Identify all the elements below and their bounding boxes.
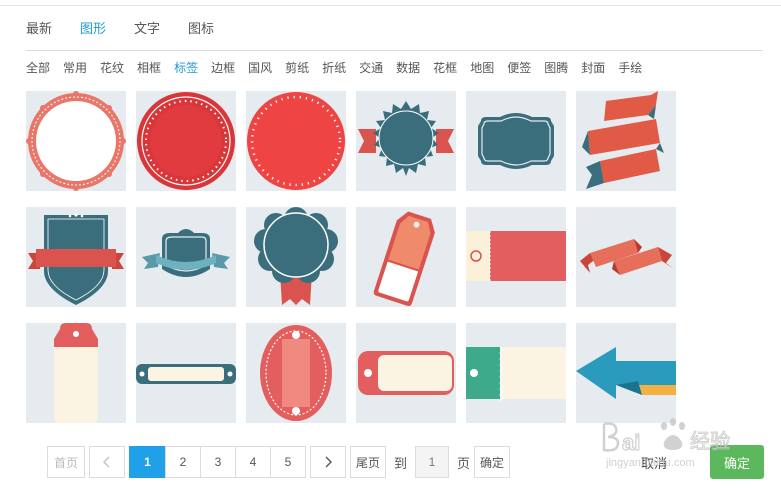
shield-ribbon-graphic [28,213,124,305]
category-labels[interactable]: 标签 [174,60,198,76]
shape-tile-rosette-award[interactable] [246,207,346,307]
last-page-button[interactable]: 尾页 [350,446,386,478]
category-hand-drawn[interactable]: 手绘 [618,60,642,76]
category-data[interactable]: 数据 [396,60,420,76]
category-photo-frames[interactable]: 相框 [137,60,161,76]
category-origami[interactable]: 折纸 [322,60,346,76]
category-all[interactable]: 全部 [26,60,50,76]
goto-confirm-button[interactable]: 确定 [474,446,511,478]
pagination: 首页 1 2 3 4 5 尾页 到 页 确定 [47,445,511,479]
scalloped-circle-badge-graphic [26,91,126,191]
tab-text[interactable]: 文字 [134,20,160,38]
category-sticky-notes[interactable]: 便签 [507,60,531,76]
tall-hang-tag-graphic [54,323,98,423]
folded-ribbon-graphic [582,91,664,189]
tab-latest[interactable]: 最新 [26,20,52,38]
shape-tile-starburst-ribbon-badge[interactable] [356,91,456,191]
shape-tile-red-dotted-circle[interactable] [246,91,346,191]
category-covers[interactable]: 封面 [581,60,605,76]
top-divider [0,5,781,6]
green-ticket-graphic [466,346,566,402]
teal-banner-frame-graphic [142,229,230,277]
shape-tile-rounded-tag[interactable] [356,323,456,423]
chevron-right-icon [325,456,332,468]
category-common[interactable]: 常用 [63,60,87,76]
shape-tile-tall-hang-tag[interactable] [26,323,126,423]
arrow-banner-graphic [576,347,676,399]
page-5-button[interactable]: 5 [270,446,306,478]
shape-tile-green-ticket[interactable] [466,323,566,423]
goto-suffix-label: 页 [457,455,471,471]
shape-tile-teal-frame-label[interactable] [466,91,566,191]
tabs-divider [26,50,763,51]
shape-tile-red-circle-badge[interactable] [136,91,236,191]
small-folded-ribbon-graphic [580,239,674,275]
prev-page-button[interactable] [89,446,125,478]
shape-tile-scalloped-circle-badge[interactable] [26,91,126,191]
starburst-ribbon-badge-graphic [358,101,454,176]
shape-tile-slim-bar-label[interactable] [136,323,236,423]
category-maps[interactable]: 地图 [470,60,494,76]
shape-tile-arrow-banner[interactable] [576,323,676,423]
rounded-tag-graphic [358,351,454,395]
shape-tile-oval-label[interactable] [246,323,346,423]
first-page-button[interactable]: 首页 [47,446,85,478]
shape-tile-folded-ribbon[interactable] [576,91,676,191]
red-circle-badge-graphic [137,92,235,190]
cancel-button[interactable]: 取消 [625,446,683,478]
category-chinese-style[interactable]: 国风 [248,60,272,76]
page-numbers: 1 2 3 4 5 [129,446,306,478]
oval-label-graphic [260,325,332,421]
teal-frame-label-graphic [478,113,554,169]
page-1-button[interactable]: 1 [129,446,165,478]
shape-tile-shield-ribbon[interactable] [26,207,126,307]
shape-tile-hang-tag-tilted[interactable] [356,207,456,307]
slim-bar-label-graphic [136,364,236,384]
shape-tile-small-folded-ribbon[interactable] [576,207,676,307]
shape-type-tabs: 最新 图形 文字 图标 [26,20,242,38]
page-3-button[interactable]: 3 [200,446,235,478]
hang-tag-tilted-graphic [373,211,435,306]
red-dotted-circle-graphic [247,92,345,190]
category-transport[interactable]: 交通 [359,60,383,76]
category-patterns[interactable]: 花纹 [100,60,124,76]
next-page-button[interactable] [310,446,346,478]
shape-tile-ticket-label[interactable] [466,207,566,307]
confirm-button[interactable]: 确定 [710,445,764,479]
page-4-button[interactable]: 4 [235,446,270,478]
category-borders[interactable]: 边框 [211,60,235,76]
tab-shapes[interactable]: 图形 [80,20,106,38]
category-totems[interactable]: 图腾 [544,60,568,76]
chevron-left-icon [103,456,110,468]
shape-grid [26,91,686,423]
rosette-award-graphic [254,207,338,305]
goto-page-input[interactable] [415,446,450,478]
category-filter-bar: 全部 常用 花纹 相框 标签 边框 国风 剪纸 折纸 交通 数据 花框 地图 便… [26,60,655,76]
tab-icons[interactable]: 图标 [188,20,214,38]
goto-prefix-label: 到 [394,455,408,471]
page-2-button[interactable]: 2 [165,446,200,478]
category-flower-frames[interactable]: 花框 [433,60,457,76]
category-paper-cut[interactable]: 剪纸 [285,60,309,76]
shape-tile-teal-banner-frame[interactable] [136,207,236,307]
ticket-label-graphic [466,231,566,281]
